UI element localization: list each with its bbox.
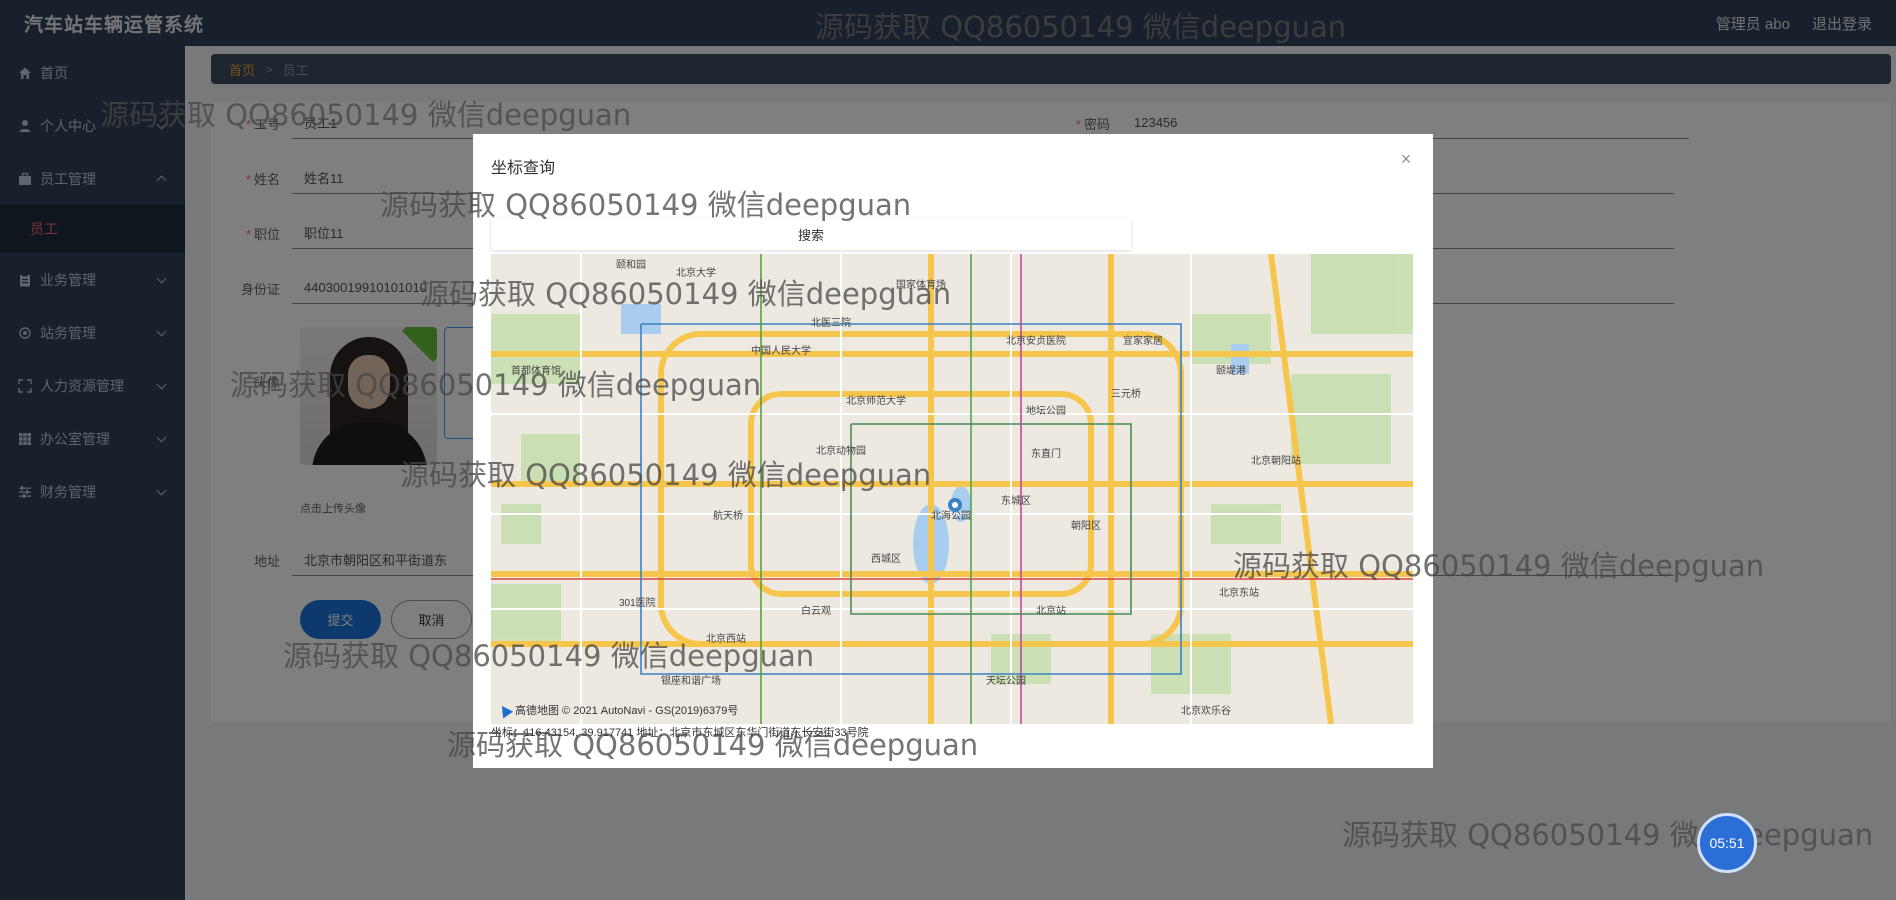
map-view[interactable]: 颐和园 北京大学 国家体育场 北医三院 北京安贞医院 中国人民大学 北京师范大学… bbox=[491, 254, 1413, 724]
floating-timer-button[interactable]: 05:51 bbox=[1697, 813, 1757, 873]
svg-text:中国人民大学: 中国人民大学 bbox=[751, 344, 811, 357]
map-label: 颐和园 bbox=[616, 259, 646, 271]
svg-text:北医三院: 北医三院 bbox=[811, 316, 851, 329]
svg-text:东城区: 东城区 bbox=[1001, 494, 1031, 507]
svg-text:北京朝阳站: 北京朝阳站 bbox=[1251, 454, 1301, 467]
svg-text:银座和谐广场: 银座和谐广场 bbox=[661, 674, 721, 687]
navigation-icon bbox=[496, 702, 514, 718]
svg-text:西城区: 西城区 bbox=[871, 553, 901, 565]
svg-text:东直门: 东直门 bbox=[1031, 447, 1061, 460]
svg-text:天坛公园: 天坛公园 bbox=[986, 675, 1026, 687]
svg-text:三元桥: 三元桥 bbox=[1111, 388, 1141, 400]
svg-text:北京大学: 北京大学 bbox=[676, 266, 716, 279]
svg-text:301医院: 301医院 bbox=[619, 596, 656, 609]
svg-text:北京安贞医院: 北京安贞医院 bbox=[1006, 334, 1066, 347]
svg-text:首都体育馆: 首都体育馆 bbox=[511, 364, 561, 377]
coordinate-dialog: 坐标查询 × 搜索 颐和园 北京大学 国家体育场 北医三院 北京安贞医院 中国人… bbox=[473, 134, 1433, 768]
svg-text:宜家家居: 宜家家居 bbox=[1123, 334, 1163, 347]
map-attribution: 高德地图 © 2021 AutoNavi - GS(2019)6379号 bbox=[496, 702, 738, 718]
svg-text:国家体育场: 国家体育场 bbox=[896, 278, 946, 291]
svg-text:颐堤港: 颐堤港 bbox=[1216, 365, 1246, 377]
svg-text:朝阳区: 朝阳区 bbox=[1071, 520, 1101, 532]
map-pin-icon bbox=[948, 498, 962, 512]
svg-text:白云观: 白云观 bbox=[801, 604, 831, 617]
coordinate-readout: 坐标：116.43154, 39.917741 地址：北京市东城区东华门街道东长… bbox=[491, 727, 869, 739]
dialog-title: 坐标查询 bbox=[491, 160, 556, 177]
close-icon[interactable]: × bbox=[1397, 150, 1415, 168]
svg-text:北京动物园: 北京动物园 bbox=[816, 444, 866, 457]
svg-text:航天桥: 航天桥 bbox=[713, 509, 743, 522]
svg-text:北京西站: 北京西站 bbox=[706, 632, 746, 645]
search-button[interactable]: 搜索 bbox=[491, 218, 1131, 250]
svg-text:北京东站: 北京东站 bbox=[1219, 586, 1259, 599]
svg-text:北京欢乐谷: 北京欢乐谷 bbox=[1181, 704, 1231, 717]
map-canvas: 颐和园 北京大学 国家体育场 北医三院 北京安贞医院 中国人民大学 北京师范大学… bbox=[491, 254, 1413, 724]
svg-text:北海公园: 北海公园 bbox=[931, 509, 971, 522]
svg-text:地坛公园: 地坛公园 bbox=[1026, 404, 1066, 417]
svg-text:北京站: 北京站 bbox=[1036, 604, 1066, 617]
svg-text:北京师范大学: 北京师范大学 bbox=[846, 394, 906, 407]
